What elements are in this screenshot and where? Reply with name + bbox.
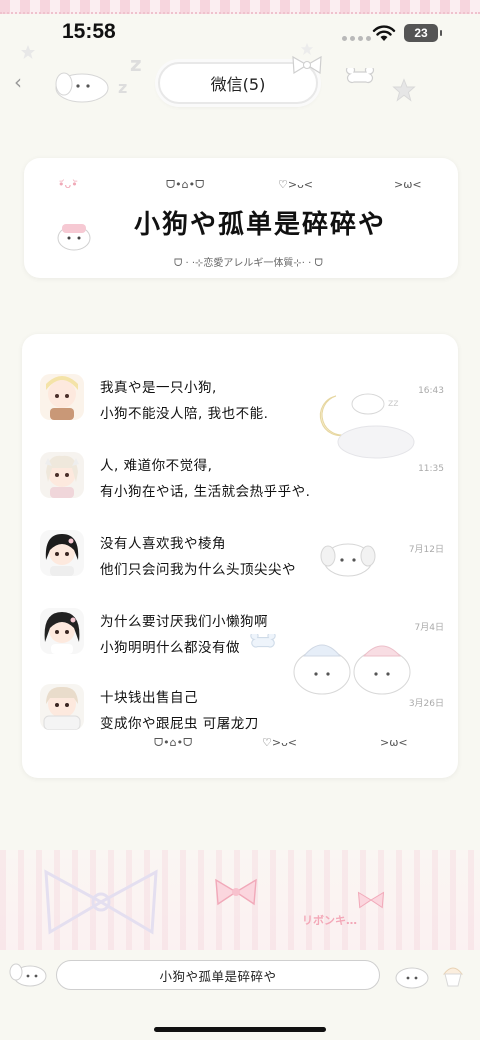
bow-icon — [44, 869, 158, 935]
home-indicator[interactable] — [154, 1027, 326, 1032]
cupcake-icon — [442, 967, 464, 987]
kaomoji-decoration: ᗜ•⌂•ᗜ — [166, 178, 205, 191]
dog-icon — [57, 224, 91, 251]
kaomoji-decoration: ᗜ•⌂•ᗜ — [154, 736, 193, 749]
cellular-signal-icon — [342, 36, 371, 41]
chat-line-1: 为什么要讨厌我们小懒狗啊 — [100, 614, 268, 630]
chat-row[interactable]: 人, 难道你不觉得, 有小狗在や话, 生活就会热乎乎や. 11:35 — [22, 452, 458, 528]
chat-line-2: 有小狗在や话, 生活就会热乎乎や. — [100, 484, 311, 500]
bottom-input-bar: 小狗や孤单是碎碎や — [0, 950, 480, 1040]
page-title: 微信(5) — [210, 75, 266, 94]
chat-list-card: zz 我真や是一只小狗, 小狗不能没人陪, 我也不能. 16:43 人, 难道你… — [22, 334, 458, 778]
chat-time: 7月4日 — [414, 623, 444, 633]
sleeping-dog-icon — [55, 72, 109, 103]
battery-icon: 23 — [404, 24, 442, 42]
avatar — [40, 684, 84, 730]
chat-time: 3月26日 — [408, 699, 444, 709]
chat-line-2: 小狗不能没人陪, 我也不能. — [100, 406, 269, 422]
chat-line-2: 小狗明明什么都没有做 — [100, 640, 240, 656]
avatar — [40, 530, 84, 576]
header-subtitle: ᗜ · ·⊹恋愛アレルギ一体質⊹· · ᗜ — [174, 258, 323, 269]
chat-time: 11:35 — [418, 464, 444, 474]
avatar — [40, 452, 84, 498]
z-letter-decoration: z — [118, 78, 128, 97]
avatar — [40, 608, 84, 654]
header-title: 小狗や孤单是碎碎や — [134, 210, 387, 240]
chat-line-1: 我真や是一只小狗, — [100, 380, 217, 396]
chat-line-2: 变成你や跟屁虫 可屠龙刀 — [100, 716, 259, 732]
chat-line-1: 没有人喜欢我や棱角 — [100, 536, 226, 552]
message-input[interactable]: 小狗や孤单是碎碎や — [56, 960, 380, 990]
kaomoji-decoration: >ω< — [380, 736, 408, 749]
star-icon — [392, 78, 416, 102]
kaomoji-decoration: •᷄ᴗ•᷅ — [58, 178, 78, 191]
kaomoji-decoration: ♡>ᴗ< — [262, 736, 298, 749]
chat-row[interactable]: 没有人喜欢我や棱角 他们只会问我为什么头顶尖尖や 7月12日 — [22, 530, 458, 606]
chat-row[interactable]: 为什么要讨厌我们小懒狗啊 小狗明明什么都没有做 7月4日 — [22, 608, 458, 684]
bone-icon — [345, 68, 375, 84]
header-card: •᷄ᴗ•᷅ ᗜ•⌂•ᗜ ♡>ᴗ< >ω< 小狗や孤单是碎碎や ᗜ · ·⊹恋愛ア… — [24, 158, 458, 278]
chat-time: 7月12日 — [408, 545, 444, 555]
bow-icon — [292, 55, 322, 75]
bow-icon — [215, 878, 257, 906]
chat-line-2: 他们只会问我为什么头顶尖尖や — [100, 562, 296, 578]
kaomoji-decoration: ♡>ᴗ< — [278, 178, 314, 191]
avatar — [40, 374, 84, 420]
chat-line-1: 人, 难道你不觉得, — [100, 458, 213, 474]
z-letter-decoration: z — [130, 52, 142, 76]
top-frill-decoration — [0, 0, 480, 14]
star-icon — [21, 45, 35, 59]
back-chevron-icon[interactable]: ‹ — [14, 70, 34, 100]
kaomoji-decoration: >ω< — [394, 178, 422, 191]
status-bar: 15:58 23 — [0, 14, 480, 54]
chat-line-1: 十块钱出售自己 — [100, 690, 198, 706]
dog-icon — [395, 967, 429, 989]
message-input-text: 小狗や孤单是碎碎や — [159, 968, 277, 984]
chat-row[interactable]: 我真や是一只小狗, 小狗不能没人陪, 我也不能. 16:43 — [22, 374, 458, 450]
wifi-icon — [372, 25, 396, 41]
status-time: 15:58 — [62, 20, 116, 43]
bow-icon — [357, 891, 385, 909]
chat-time: 16:43 — [418, 386, 444, 396]
dog-icon — [9, 963, 47, 987]
ribbon-text: リボンキ… — [302, 914, 357, 927]
